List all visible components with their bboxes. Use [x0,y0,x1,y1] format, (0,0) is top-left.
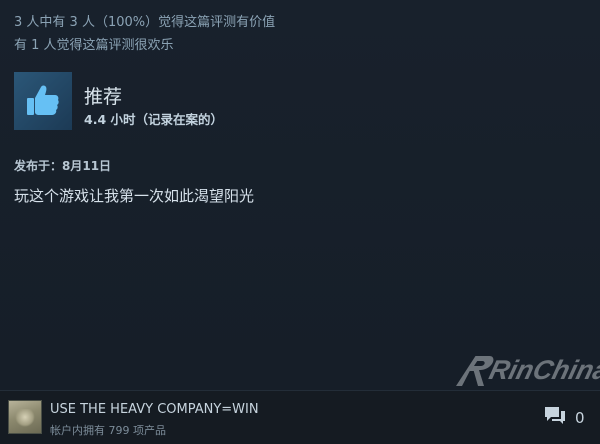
comment-icon [543,405,567,431]
watermark-text: RinChina [486,354,600,385]
helpful-count: 3 人中有 3 人（100%）觉得这篇评测有价值 [14,15,276,30]
watermark-logo: RinChina [452,352,600,388]
review-author-bar: USE THE HEAVY COMPANY=WIN 帐户内拥有 799 项产品 [0,390,600,444]
comment-count: 0 [575,409,585,427]
playtime: 4.4 小时（记录在案的） [84,112,223,127]
author-product-count: 帐户内拥有 799 项产品 [50,424,166,437]
avatar[interactable] [8,400,42,434]
recommend-title[interactable]: 推荐 [84,82,122,109]
funny-count: 有 1 人觉得这篇评测很欢乐 [14,38,174,53]
author-name[interactable]: USE THE HEAVY COMPANY=WIN [50,402,259,417]
comment-button[interactable]: 0 [543,405,585,431]
review-text: 玩这个游戏让我第一次如此渴望阳光 [14,187,255,205]
thumbs-up-icon [14,72,72,130]
review-card: 3 人中有 3 人（100%）觉得这篇评测有价值 有 1 人觉得这篇评测很欢乐 … [0,0,600,390]
posted-date: 发布于：8月11日 [14,159,112,173]
